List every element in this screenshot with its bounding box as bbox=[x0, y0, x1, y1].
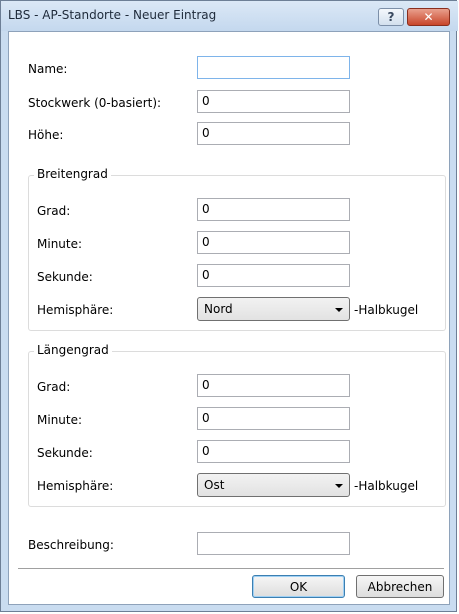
longitude-minute-label: Minute: bbox=[37, 413, 83, 427]
chevron-down-icon bbox=[335, 308, 343, 312]
height-input[interactable]: 0 bbox=[197, 122, 350, 145]
longitude-degree-input[interactable]: 0 bbox=[197, 374, 350, 397]
close-icon: ✕ bbox=[423, 10, 434, 24]
name-input[interactable] bbox=[197, 56, 350, 79]
latitude-minute-input[interactable]: 0 bbox=[197, 231, 350, 254]
dialog-window: LBS - AP-Standorte - Neuer Eintrag ? ✕ N… bbox=[0, 0, 458, 612]
longitude-hemisphere-label: Hemisphäre: bbox=[37, 479, 114, 493]
name-label: Name: bbox=[28, 62, 68, 76]
window-title: LBS - AP-Standorte - Neuer Eintrag bbox=[8, 8, 217, 22]
dialog-body: Name: Stockwerk (0-basiert): 0 Höhe: 0 B… bbox=[8, 31, 450, 605]
title-bar[interactable]: LBS - AP-Standorte - Neuer Eintrag ? ✕ bbox=[1, 1, 458, 31]
height-label: Höhe: bbox=[28, 128, 64, 142]
longitude-second-label: Sekunde: bbox=[37, 446, 93, 460]
latitude-second-input[interactable]: 0 bbox=[197, 264, 350, 287]
longitude-minute-input[interactable]: 0 bbox=[197, 407, 350, 430]
floor-label: Stockwerk (0-basiert): bbox=[28, 96, 162, 110]
latitude-degree-input[interactable]: 0 bbox=[197, 198, 350, 221]
divider bbox=[18, 568, 444, 569]
close-button[interactable]: ✕ bbox=[407, 8, 450, 26]
latitude-hemisphere-label: Hemisphäre: bbox=[37, 303, 114, 317]
latitude-second-label: Sekunde: bbox=[37, 270, 93, 284]
ok-button[interactable]: OK bbox=[252, 575, 345, 598]
latitude-minute-label: Minute: bbox=[37, 237, 83, 251]
latitude-hemisphere-value: Nord bbox=[204, 302, 233, 316]
help-button[interactable]: ? bbox=[378, 8, 404, 26]
description-label: Beschreibung: bbox=[28, 538, 114, 552]
longitude-legend: Längengrad bbox=[34, 343, 112, 357]
latitude-legend: Breitengrad bbox=[34, 167, 111, 181]
chevron-down-icon bbox=[335, 484, 343, 488]
latitude-degree-label: Grad: bbox=[37, 204, 71, 218]
longitude-hemisphere-value: Ost bbox=[204, 478, 225, 492]
cancel-button[interactable]: Abbrechen bbox=[356, 575, 444, 598]
help-icon: ? bbox=[387, 10, 395, 24]
longitude-hemisphere-suffix: -Halbkugel bbox=[354, 479, 419, 493]
longitude-second-input[interactable]: 0 bbox=[197, 440, 350, 463]
description-input[interactable] bbox=[197, 532, 350, 555]
latitude-hemisphere-select[interactable]: Nord bbox=[197, 297, 350, 321]
latitude-hemisphere-suffix: -Halbkugel bbox=[354, 303, 419, 317]
floor-input[interactable]: 0 bbox=[197, 90, 350, 113]
longitude-hemisphere-select[interactable]: Ost bbox=[197, 473, 350, 497]
longitude-degree-label: Grad: bbox=[37, 380, 71, 394]
